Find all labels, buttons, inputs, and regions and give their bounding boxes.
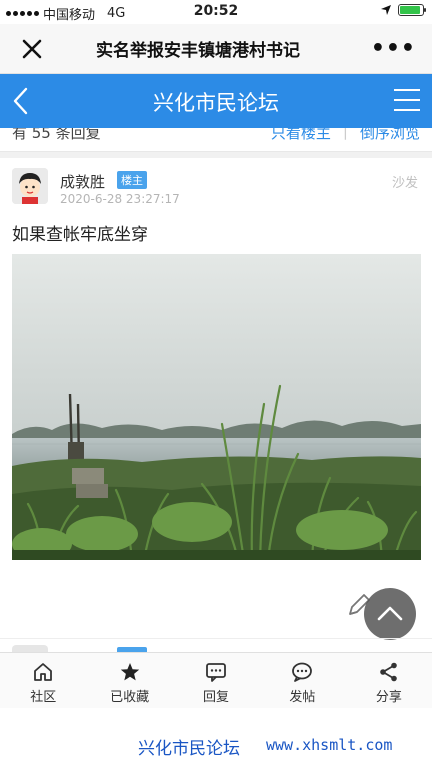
- tool-label: 发帖: [289, 690, 316, 705]
- forum-nav-bar: 兴化市民论坛: [0, 74, 432, 128]
- reply-filters: 只看楼主 | 倒序浏览: [271, 128, 420, 143]
- avatar[interactable]: [12, 168, 48, 204]
- location-icon: [381, 5, 391, 15]
- post: 成敦胜 楼主 2020-6-28 23:27:17 沙发 如果查帐牢底坐穿: [0, 158, 432, 636]
- home-icon: [34, 663, 53, 681]
- status-time: 20:52: [193, 3, 239, 19]
- watermark-footer: 兴化市民论坛 www.xhsmlt.com: [0, 708, 432, 768]
- reverse-order-link[interactable]: 倒序浏览: [360, 128, 420, 143]
- chevron-up-icon: [377, 606, 403, 621]
- avatar: [12, 645, 48, 652]
- river-reeds-photo: [12, 254, 421, 560]
- watermark-forum-name: 兴化市民论坛: [138, 739, 240, 759]
- more-menu-icon[interactable]: •••: [371, 36, 416, 61]
- tool-label: 已收藏: [110, 690, 150, 705]
- post-icon: [292, 662, 313, 682]
- webview-title: 实名举报安丰镇塘港村书记: [96, 41, 300, 61]
- battery-icon: [398, 4, 426, 16]
- floor-label: 沙发: [391, 176, 418, 191]
- avatar-cartoon-icon: [12, 168, 48, 204]
- close-icon[interactable]: [18, 35, 46, 63]
- status-right: [380, 4, 426, 16]
- bottom-toolbar: 社区 已收藏 回复 发帖 分享: [0, 652, 432, 708]
- next-post-peek: [0, 638, 432, 652]
- reply-icon: [206, 663, 226, 682]
- forum-title: 兴化市民论坛: [153, 91, 279, 115]
- tool-share[interactable]: 分享: [346, 653, 432, 708]
- only-op-link[interactable]: 只看楼主: [271, 128, 331, 143]
- post-photo[interactable]: [12, 254, 421, 560]
- reply-bar: 有 55 条回复 只看楼主 | 倒序浏览: [0, 128, 432, 152]
- status-bar: 中国移动 4G 20:52: [0, 0, 432, 24]
- post-time: 2020-6-28 23:27:17: [60, 192, 180, 206]
- post-text: 如果查帐牢底坐穿: [12, 225, 148, 245]
- tool-favorited[interactable]: 已收藏: [86, 653, 172, 708]
- tool-label: 回复: [203, 690, 230, 705]
- author-name[interactable]: 成敦胜: [60, 171, 105, 192]
- tool-reply[interactable]: 回复: [173, 653, 259, 708]
- scroll-to-top-button[interactable]: [364, 588, 416, 640]
- tool-new-post[interactable]: 发帖: [259, 653, 345, 708]
- watermark-url: www.xhsmlt.com: [266, 736, 393, 754]
- op-badge: 楼主: [117, 171, 147, 189]
- share-icon: [380, 662, 397, 682]
- divider: |: [342, 128, 348, 140]
- tool-label: 分享: [375, 690, 402, 705]
- menu-icon[interactable]: [394, 89, 420, 111]
- webview-header: 实名举报安丰镇塘港村书记 •••: [0, 24, 432, 74]
- star-icon: [120, 663, 139, 681]
- tool-label: 社区: [30, 690, 57, 705]
- reply-count: 有 55 条回复: [12, 128, 101, 142]
- tool-community[interactable]: 社区: [0, 653, 86, 708]
